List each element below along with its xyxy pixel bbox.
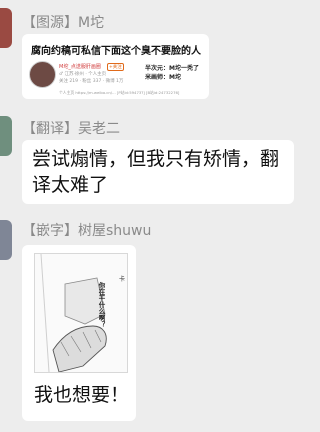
image-card-message[interactable]: 腐向约稿可私信下面这个臭不要脸的人 M坨_点送服肝画圈 +关注 ♂ 江苏·徐州 … xyxy=(22,34,209,99)
card-url-line: 个人主页 https://m.weibo.cn/... [P站id:59473?… xyxy=(59,90,180,95)
card-title: 腐向约稿可私信下面这个臭不要脸的人 xyxy=(31,46,201,57)
card-line-1: 半次元：M坨一秃了 xyxy=(145,65,199,72)
card-avatar xyxy=(29,61,56,88)
card-account-meta: ♂ 江苏·徐州 · 个人主页 xyxy=(59,72,107,77)
card-account-name: M坨_点送服肝画圈 xyxy=(59,64,101,70)
manga-speech-text: 你在干什么啊？ xyxy=(97,282,105,328)
sender-name: 【翻译】吴老二 xyxy=(22,121,120,137)
sender-name: 【图源】M坨 xyxy=(22,15,105,31)
card-line-2: 米画师：M坨 xyxy=(145,74,181,81)
text-message-bubble[interactable]: 尝试煽情，但我只有矫情，翻译太难了 xyxy=(22,140,294,204)
sender-name: 【嵌字】树屋shuwu xyxy=(22,223,152,239)
follow-button[interactable]: +关注 xyxy=(107,63,124,71)
sender-avatar[interactable] xyxy=(0,220,12,260)
manga-image[interactable]: 你在干什么啊？ 卡 xyxy=(34,253,128,373)
message-text: 尝试煽情，但我只有矫情，翻译太难了 xyxy=(32,148,280,196)
message-caption: 我也想要！ xyxy=(34,384,130,406)
card-account-stats: 关注 219 · 粉丝 337 · 微博 1万 xyxy=(59,79,124,84)
sender-avatar[interactable] xyxy=(0,116,12,156)
sender-avatar[interactable] xyxy=(0,8,12,48)
manga-side-label: 卡 xyxy=(119,276,126,283)
image-message-bubble[interactable]: 你在干什么啊？ 卡 我也想要！ xyxy=(22,245,136,421)
manga-hand-illustration xyxy=(40,254,107,372)
